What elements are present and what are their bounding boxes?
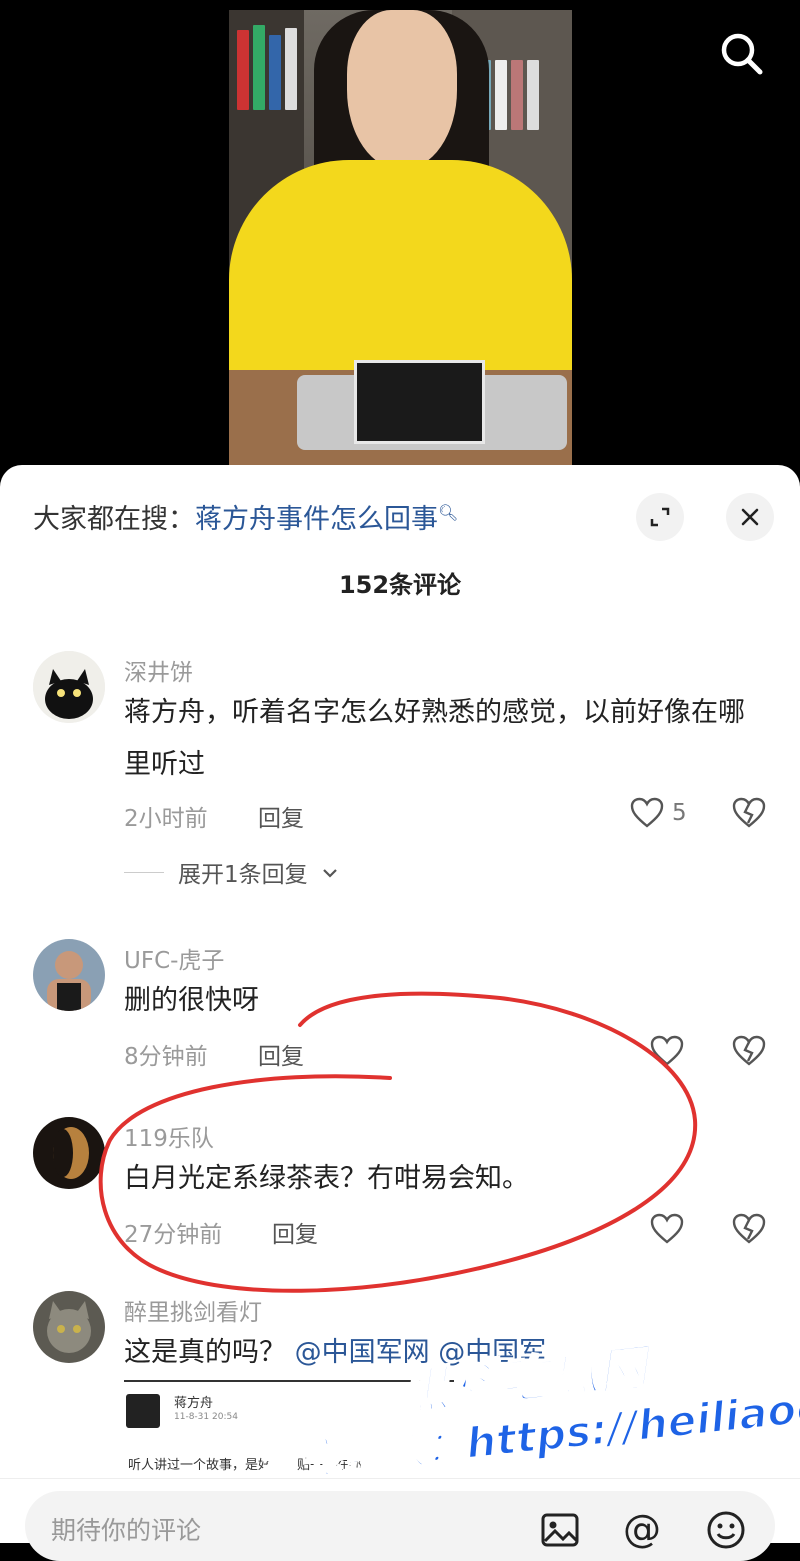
book-on-table xyxy=(354,360,485,444)
trending-query-link[interactable]: 蒋方舟事件怎么回事 xyxy=(195,504,438,535)
username[interactable]: 深井饼 xyxy=(124,653,193,687)
dislike-button[interactable] xyxy=(732,1213,766,1249)
video-frame xyxy=(229,10,572,470)
trending-prefix: 大家都在搜： xyxy=(33,504,195,535)
comment-count: 152条评论 xyxy=(338,571,462,599)
expand-button[interactable] xyxy=(636,493,684,541)
heart-icon xyxy=(650,1035,684,1066)
chevron-down-icon xyxy=(322,859,338,885)
close-icon xyxy=(741,508,759,526)
username[interactable]: 醉里挑剑看灯 xyxy=(124,1293,262,1327)
reply-button[interactable]: 回复 xyxy=(258,1037,304,1071)
search-icon[interactable] xyxy=(718,30,766,78)
comment-input-bar: 期待你的评论 @ xyxy=(0,1478,800,1561)
book-spine xyxy=(269,35,281,110)
broken-heart-icon xyxy=(732,797,766,828)
like-count: 5 xyxy=(672,800,687,826)
embed-time: 11-8-31 20:54 xyxy=(174,1412,238,1422)
divider xyxy=(124,871,164,873)
expand-icon xyxy=(650,507,670,527)
like-button[interactable] xyxy=(650,1213,684,1245)
comment-time: 8分钟前 xyxy=(124,1044,208,1070)
comment-text: 蒋方舟，听着名字怎么好熟悉的感觉，以前好像在哪里听过 xyxy=(124,697,745,780)
video-player[interactable] xyxy=(0,0,800,470)
reply-button[interactable]: 回复 xyxy=(258,799,304,833)
book-spine xyxy=(511,60,523,130)
embed-avatar xyxy=(126,1394,160,1428)
image-icon[interactable] xyxy=(539,1509,581,1551)
book-spine xyxy=(253,25,265,110)
dislike-button[interactable] xyxy=(732,797,766,833)
expand-replies-button[interactable]: 展开1条回复 xyxy=(124,855,338,889)
embed-username: 蒋方舟 xyxy=(174,1396,214,1411)
like-button[interactable]: 5 xyxy=(630,797,687,829)
avatar[interactable] xyxy=(33,1291,105,1363)
emoji-icon[interactable] xyxy=(705,1509,747,1551)
close-button[interactable] xyxy=(726,493,774,541)
search-icon: 🔍︎ xyxy=(438,503,459,522)
book-spine xyxy=(285,28,297,110)
person-face xyxy=(347,10,457,170)
heart-icon xyxy=(650,1213,684,1244)
at-icon[interactable]: @ xyxy=(621,1509,663,1551)
broken-heart-icon xyxy=(732,1035,766,1066)
username[interactable]: 119乐队 xyxy=(124,1119,214,1153)
avatar[interactable] xyxy=(33,939,105,1011)
avatar[interactable] xyxy=(33,1117,105,1189)
expand-replies-label: 展开1条回复 xyxy=(178,862,308,888)
comment-time: 2小时前 xyxy=(124,806,208,832)
book-spine xyxy=(527,60,539,130)
heart-icon xyxy=(630,797,664,828)
trending-search[interactable]: 大家都在搜：蒋方舟事件怎么回事🔍︎ xyxy=(33,497,458,536)
like-button[interactable] xyxy=(650,1035,684,1067)
comment-text: 删的很快呀 xyxy=(124,985,259,1016)
reply-button[interactable]: 回复 xyxy=(272,1215,318,1249)
book-spine xyxy=(237,30,249,110)
comment-text: 白月光定系绿茶表？冇咁易会知。 xyxy=(124,1163,529,1194)
avatar[interactable] xyxy=(33,651,105,723)
comment-input[interactable]: 期待你的评论 @ xyxy=(25,1491,775,1561)
comment-text-prefix: 这是真的吗？ xyxy=(124,1337,286,1368)
broken-heart-icon xyxy=(732,1213,766,1244)
username[interactable]: UFC-虎子 xyxy=(124,941,224,975)
comment-time: 27分钟前 xyxy=(124,1222,223,1248)
dislike-button[interactable] xyxy=(732,1035,766,1071)
book-spine xyxy=(495,60,507,130)
